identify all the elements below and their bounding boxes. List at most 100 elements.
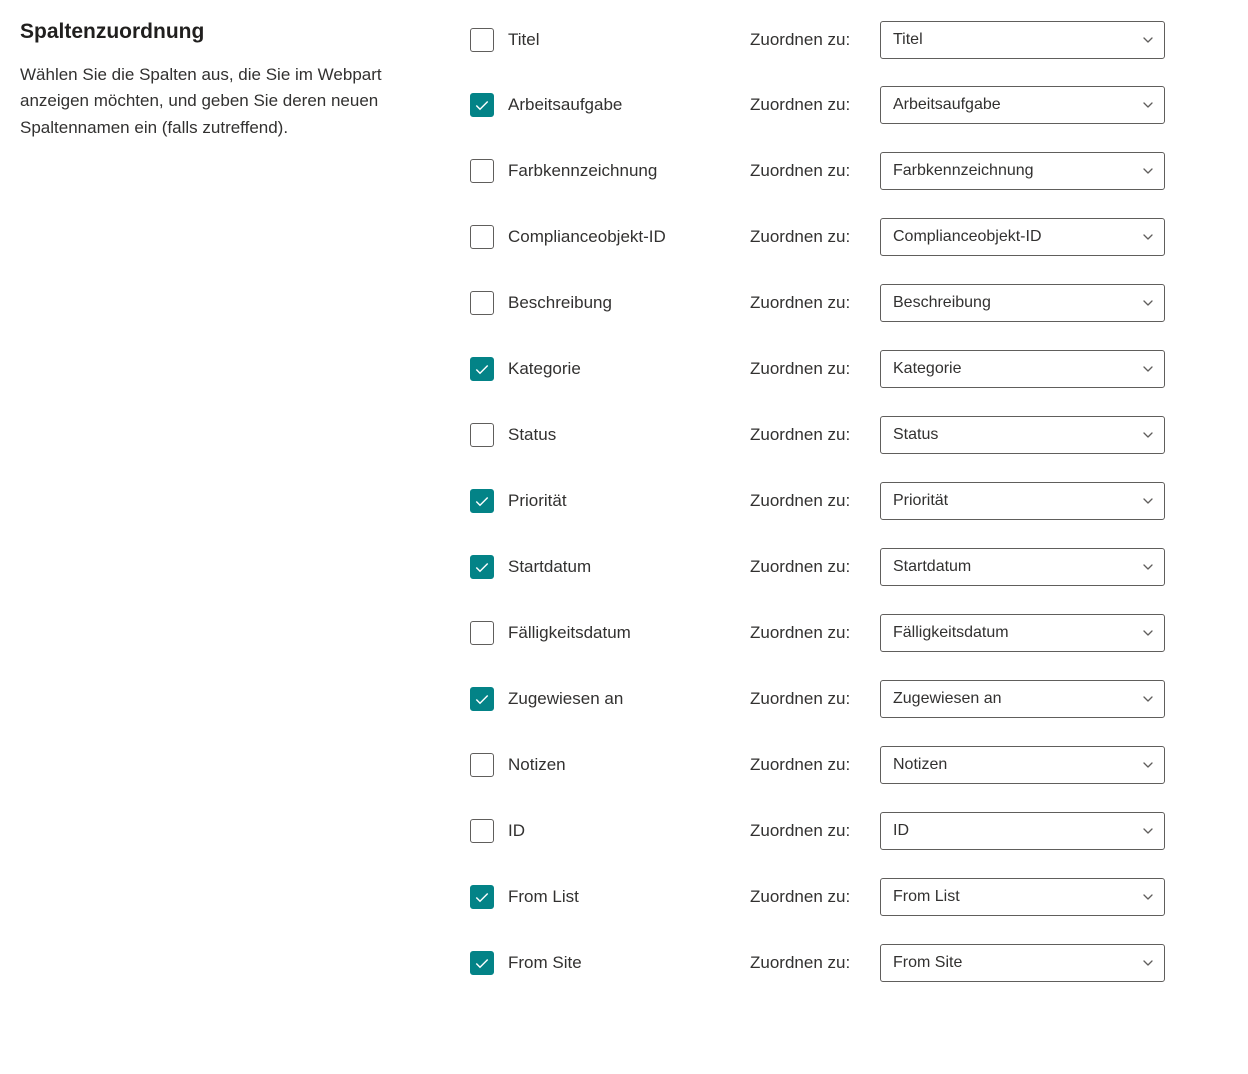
column-mapping-row: Kategorie Zuordnen zu: Kategorie [470, 336, 1228, 402]
chevron-down-icon [1142, 957, 1154, 969]
check-icon [474, 955, 490, 971]
chevron-down-icon [1142, 363, 1154, 375]
column-checkbox-label: Fälligkeitsdatum [508, 623, 631, 643]
map-to-label: Zuordnen zu: [750, 227, 880, 247]
column-mapping-row: From List Zuordnen zu: From List [470, 864, 1228, 930]
checkbox-group: Status [470, 423, 750, 447]
check-icon [474, 361, 490, 377]
column-mapping-row: Zugewiesen anZuordnen zu:Zugewiesen an [470, 666, 1228, 732]
column-checkbox-label: Beschreibung [508, 293, 612, 313]
map-to-dropdown[interactable]: Priorität [880, 482, 1165, 520]
chevron-down-icon [1142, 495, 1154, 507]
column-checkbox-label: Kategorie [508, 359, 581, 379]
column-checkbox-label: ID [508, 821, 525, 841]
dropdown-value: Beschreibung [893, 294, 991, 312]
column-checkbox[interactable] [470, 291, 494, 315]
column-checkbox[interactable] [470, 357, 494, 381]
column-checkbox[interactable] [470, 819, 494, 843]
column-checkbox[interactable] [470, 225, 494, 249]
column-mapping-row: StatusZuordnen zu:Status [470, 402, 1228, 468]
column-mapping-row: IDZuordnen zu:ID [470, 798, 1228, 864]
map-to-label: Zuordnen zu: [750, 30, 880, 50]
dropdown-value: Titel [893, 31, 923, 49]
column-checkbox-label: Priorität [508, 491, 567, 511]
map-to-dropdown[interactable]: Kategorie [880, 350, 1165, 388]
checkbox-group: Complianceobjekt-ID [470, 225, 750, 249]
map-to-label: Zuordnen zu: [750, 887, 880, 907]
chevron-down-icon [1142, 693, 1154, 705]
map-to-label: Zuordnen zu: [750, 623, 880, 643]
column-mapping-row: FarbkennzeichnungZuordnen zu:Farbkennzei… [470, 138, 1228, 204]
map-to-dropdown[interactable]: Titel [880, 21, 1165, 59]
dropdown-value: Status [893, 426, 938, 444]
map-to-dropdown[interactable]: ID [880, 812, 1165, 850]
dropdown-value: Kategorie [893, 360, 962, 378]
dropdown-value: From Site [893, 954, 962, 972]
column-checkbox[interactable] [470, 159, 494, 183]
column-checkbox[interactable] [470, 687, 494, 711]
column-mapping-list: Titel Zuordnen zu: Titel Arbeitsaufgabe Zuor… [470, 20, 1228, 996]
dropdown-value: Fälligkeitsdatum [893, 624, 1009, 642]
column-checkbox[interactable] [470, 423, 494, 447]
check-icon [474, 97, 490, 113]
dropdown-value: Notizen [893, 756, 947, 774]
checkbox-group: Priorität [470, 489, 750, 513]
map-to-dropdown[interactable]: From List [880, 878, 1165, 916]
dropdown-value: Priorität [893, 492, 948, 510]
column-checkbox-label: Titel [508, 30, 540, 50]
column-checkbox[interactable] [470, 93, 494, 117]
column-checkbox[interactable] [470, 489, 494, 513]
map-to-dropdown[interactable]: Beschreibung [880, 284, 1165, 322]
checkbox-group: Startdatum [470, 555, 750, 579]
checkbox-group: From Site [470, 951, 750, 975]
map-to-dropdown[interactable]: Status [880, 416, 1165, 454]
check-icon [474, 493, 490, 509]
map-to-dropdown[interactable]: From Site [880, 944, 1165, 982]
column-checkbox[interactable] [470, 621, 494, 645]
dropdown-value: Arbeitsaufgabe [893, 96, 1001, 114]
chevron-down-icon [1142, 759, 1154, 771]
column-mapping-row: Fälligkeitsdatum Zuordnen zu: Fälligkeitsd… [470, 600, 1228, 666]
column-checkbox[interactable] [470, 951, 494, 975]
panel-title: Spaltenzuordnung [20, 20, 430, 44]
map-to-label: Zuordnen zu: [750, 95, 880, 115]
dropdown-value: Zugewiesen an [893, 690, 1002, 708]
map-to-dropdown[interactable]: Farbkennzeichnung [880, 152, 1165, 190]
map-to-dropdown[interactable]: Fälligkeitsdatum [880, 614, 1165, 652]
check-icon [474, 691, 490, 707]
column-checkbox[interactable] [470, 555, 494, 579]
column-mapping-row: PrioritätZuordnen zu:Priorität [470, 468, 1228, 534]
map-to-dropdown[interactable]: Zugewiesen an [880, 680, 1165, 718]
chevron-down-icon [1142, 429, 1154, 441]
map-to-label: Zuordnen zu: [750, 359, 880, 379]
left-info-panel: Spaltenzuordnung Wählen Sie die Spalten … [20, 20, 430, 996]
column-mapping-row: Startdatum Zuordnen zu: Startdatum [470, 534, 1228, 600]
dropdown-value: ID [893, 822, 909, 840]
column-checkbox-label: Farbkennzeichnung [508, 161, 657, 181]
column-checkbox[interactable] [470, 753, 494, 777]
column-checkbox-label: Status [508, 425, 556, 445]
checkbox-group: Beschreibung [470, 291, 750, 315]
column-checkbox[interactable] [470, 885, 494, 909]
map-to-dropdown[interactable]: Startdatum [880, 548, 1165, 586]
checkbox-group: Zugewiesen an [470, 687, 750, 711]
check-icon [474, 889, 490, 905]
column-mapping-row: Complianceobjekt-IDZuordnen zu:Complianc… [470, 204, 1228, 270]
dropdown-value: Startdatum [893, 558, 971, 576]
column-checkbox-label: From List [508, 887, 579, 907]
column-checkbox[interactable] [470, 28, 494, 52]
column-mapping-row: From SiteZuordnen zu:From Site [470, 930, 1228, 996]
map-to-dropdown[interactable]: Arbeitsaufgabe [880, 86, 1165, 124]
dropdown-value: From List [893, 888, 960, 906]
map-to-label: Zuordnen zu: [750, 293, 880, 313]
map-to-label: Zuordnen zu: [750, 557, 880, 577]
map-to-label: Zuordnen zu: [750, 953, 880, 973]
map-to-dropdown[interactable]: Notizen [880, 746, 1165, 784]
chevron-down-icon [1142, 99, 1154, 111]
map-to-dropdown[interactable]: Complianceobjekt-ID [880, 218, 1165, 256]
chevron-down-icon [1142, 297, 1154, 309]
checkbox-group: Kategorie [470, 357, 750, 381]
chevron-down-icon [1142, 891, 1154, 903]
column-checkbox-label: Startdatum [508, 557, 591, 577]
checkbox-group: Notizen [470, 753, 750, 777]
